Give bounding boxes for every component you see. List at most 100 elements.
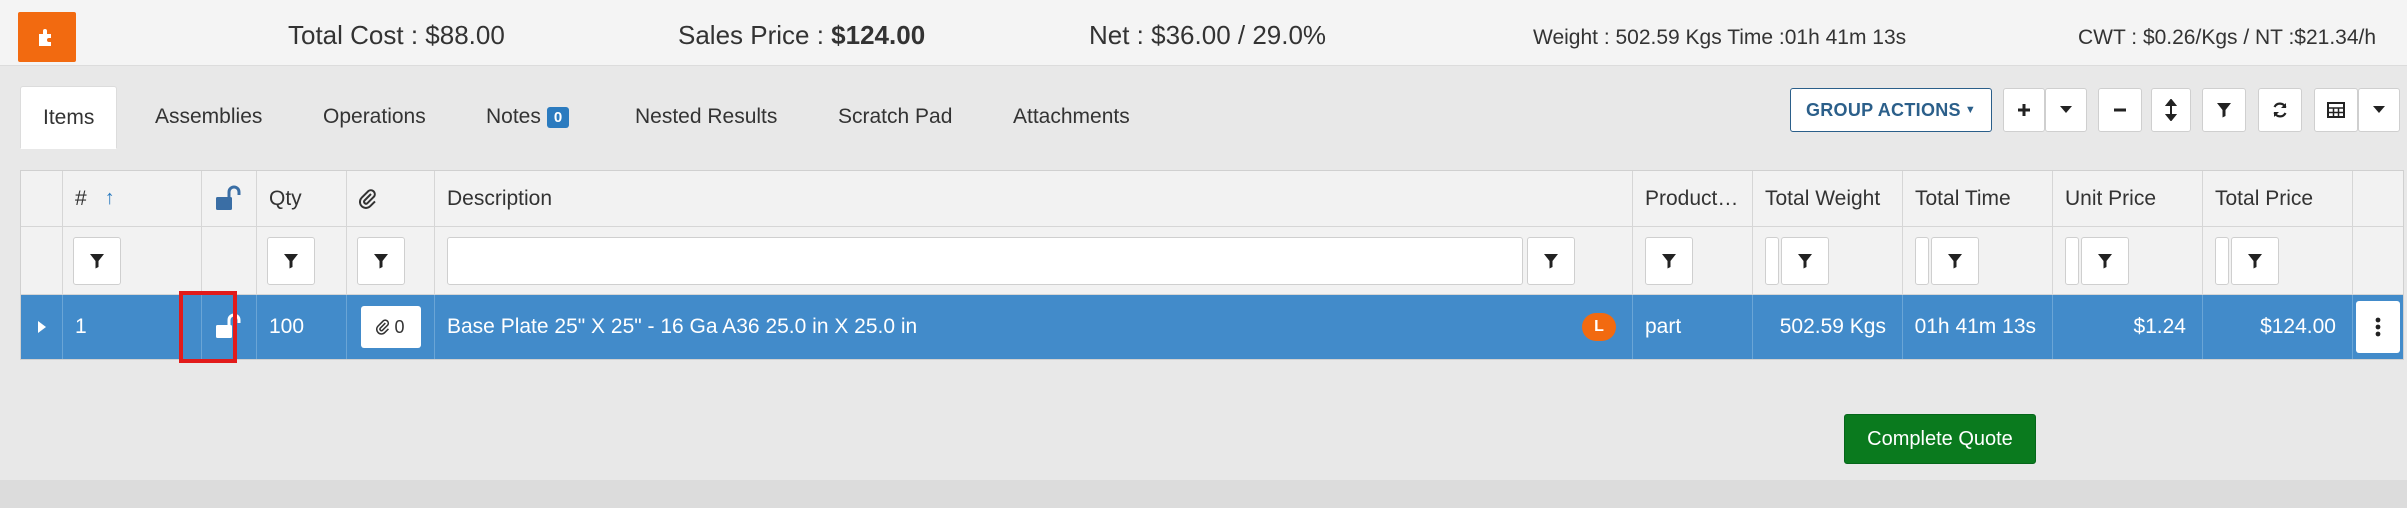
lock-column-header[interactable] — [202, 171, 257, 226]
cwt-nt: CWT : $0.26/Kgs / NT :$21.34/h — [2078, 26, 2377, 49]
tab-attachments[interactable]: Attachments — [991, 86, 1152, 148]
filter-unit-price-input[interactable] — [2065, 236, 2079, 285]
paperclip-icon — [376, 319, 390, 335]
column-header-qty[interactable]: Qty — [257, 171, 347, 226]
tab-operations[interactable]: Operations — [301, 86, 448, 148]
header-label: # — [75, 186, 87, 210]
tab-label: Operations — [323, 105, 426, 128]
filter-total-price-button[interactable] — [2231, 236, 2279, 285]
column-header-total-price[interactable]: Total Price — [2203, 171, 2353, 226]
filter-description-input[interactable] — [447, 236, 1523, 285]
group-actions-button[interactable]: GROUP ACTIONS ▼ — [1790, 88, 1992, 132]
columns-button[interactable] — [2314, 88, 2358, 132]
tab-label: Items — [43, 105, 95, 129]
caret-down-icon — [2373, 106, 2385, 113]
filter-total-weight-button[interactable] — [1781, 236, 1829, 285]
column-header-description[interactable]: Description — [435, 171, 1633, 226]
filter-cell-total-price — [2203, 227, 2353, 294]
refresh-button[interactable] — [2258, 88, 2302, 132]
filter-qty-button[interactable] — [267, 236, 315, 285]
tab-nested-results[interactable]: Nested Results — [613, 86, 799, 148]
column-header-unit-price[interactable]: Unit Price — [2053, 171, 2203, 226]
sort-ascending-icon: ↑ — [104, 187, 115, 209]
attachments-count: 0 — [394, 316, 405, 337]
filter-product-button[interactable] — [1645, 236, 1693, 285]
header-label: Total Price — [2215, 186, 2314, 210]
filter-icon — [2217, 103, 2231, 118]
unlock-icon — [216, 185, 241, 210]
tab-label: Assemblies — [155, 105, 263, 128]
filter-attachments-button[interactable] — [357, 236, 405, 285]
attachments-column-header[interactable] — [347, 171, 435, 226]
header-label: Qty — [269, 186, 302, 210]
tab-scratch-pad[interactable]: Scratch Pad — [816, 86, 974, 148]
actions-column-header — [2353, 171, 2403, 226]
net-value: Net : $36.00 / 29.0% — [1089, 20, 1327, 50]
expand-column-header — [21, 171, 63, 226]
table-icon — [2327, 102, 2345, 118]
filter-cell-actions — [2353, 227, 2403, 294]
column-header-total-weight[interactable]: Total Weight — [1753, 171, 1903, 226]
tab-assemblies[interactable]: Assemblies — [133, 86, 284, 148]
row-unit-price[interactable]: $1.24 — [2053, 295, 2203, 359]
filter-total-price-input[interactable] — [2215, 236, 2229, 285]
plus-icon — [2018, 104, 2030, 116]
sales-price-label: Sales Price : — [678, 20, 832, 50]
filter-total-weight-input[interactable] — [1765, 236, 1779, 285]
filter-description-button[interactable] — [1527, 236, 1575, 285]
filter-cell-total-weight — [1753, 227, 1903, 294]
filter-icon — [374, 253, 388, 268]
tab-label: Scratch Pad — [838, 105, 953, 128]
tab-notes[interactable]: Notes 0 — [464, 86, 591, 148]
column-header-product[interactable]: Product… — [1633, 171, 1753, 226]
expand-rows-button[interactable] — [2151, 88, 2191, 132]
filter-total-time-button[interactable] — [1931, 236, 1979, 285]
filter-cell-attachments — [347, 227, 435, 294]
table-row[interactable]: 1 100 0 Base Plate 25" X 25" - 16 Ga A36… — [21, 295, 2403, 359]
filter-cell-product — [1633, 227, 1753, 294]
column-header-total-time[interactable]: Total Time — [1903, 171, 2053, 226]
caret-down-icon — [2060, 106, 2072, 113]
header-label: Total Time — [1915, 186, 2011, 210]
total-cost: Total Cost : $88.00 — [288, 20, 505, 50]
toggle-filter-button[interactable] — [2202, 88, 2246, 132]
filter-unit-price-button[interactable] — [2081, 236, 2129, 285]
row-attachments-button[interactable]: 0 — [360, 306, 421, 348]
sales-price-value: $124.00 — [831, 20, 926, 50]
add-options-dropdown[interactable] — [2045, 88, 2087, 132]
paperclip-icon — [359, 188, 376, 209]
items-grid: # ↑ Qty Description Product… Total Weigh… — [20, 170, 2404, 363]
tab-items[interactable]: Items — [20, 86, 118, 149]
row-attachments-cell: 0 — [347, 295, 435, 359]
complete-quote-button[interactable]: Complete Quote — [1844, 414, 2036, 464]
expand-row-toggle[interactable] — [21, 295, 63, 359]
filter-icon — [1798, 253, 1812, 268]
add-row-button[interactable] — [2003, 88, 2045, 132]
filter-icon — [1544, 253, 1558, 268]
caret-down-icon: ▼ — [1964, 104, 1977, 116]
header-label: Unit Price — [2065, 186, 2157, 210]
column-header-number[interactable]: # ↑ — [63, 171, 202, 226]
row-actions-button[interactable] — [2356, 301, 2400, 353]
row-description[interactable]: Base Plate 25" X 25" - 16 Ga A36 25.0 in… — [435, 295, 1633, 359]
tab-label: Nested Results — [635, 105, 778, 128]
row-total-weight: 502.59 Kgs — [1753, 295, 1903, 359]
filter-number-button[interactable] — [73, 236, 121, 285]
vertical-arrows-icon — [2165, 99, 2177, 121]
filter-cell-total-time — [1903, 227, 2053, 294]
remove-row-button[interactable] — [2098, 88, 2142, 132]
sales-price: Sales Price : $124.00 — [678, 20, 925, 51]
lock-toggle-highlight — [179, 291, 237, 363]
filter-cell-unit-price — [2053, 227, 2203, 294]
filter-total-time-input[interactable] — [1915, 236, 1929, 285]
puzzle-icon-button[interactable] — [18, 12, 76, 62]
columns-dropdown[interactable] — [2358, 88, 2400, 132]
filter-icon — [2248, 253, 2262, 268]
caret-right-icon — [37, 321, 46, 333]
tabs-toolbar-area: Items Assemblies Operations Notes 0 Neste… — [0, 66, 2407, 170]
tab-label: Attachments — [1013, 105, 1130, 128]
row-qty[interactable]: 100 — [257, 295, 347, 359]
header-label: Description — [447, 186, 553, 210]
filter-icon — [2098, 253, 2112, 268]
filter-icon — [90, 253, 104, 268]
